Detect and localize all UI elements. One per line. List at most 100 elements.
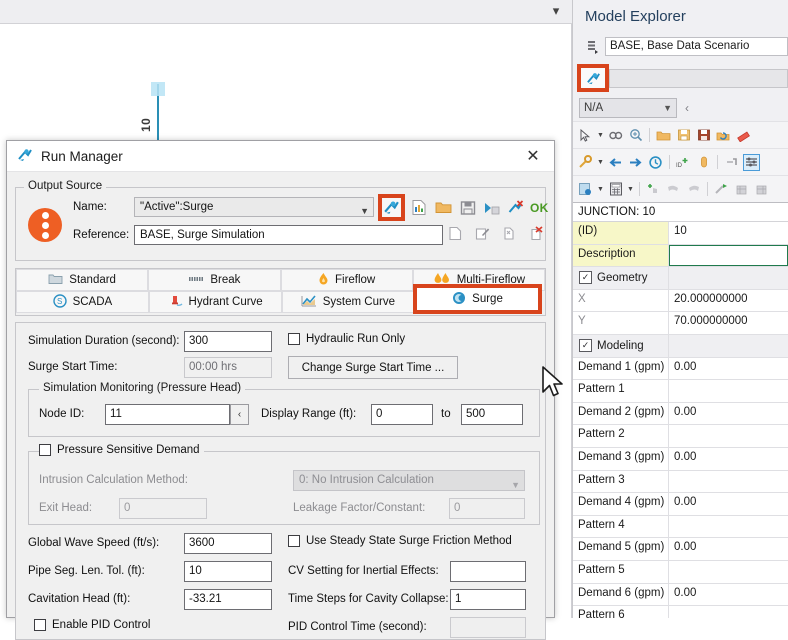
duplicate-icon[interactable] [500,224,519,243]
property-value[interactable]: 0.00 [669,403,788,425]
property-value[interactable] [669,267,788,289]
dropdown-caret-icon[interactable]: ▼ [627,186,634,193]
tab-scada[interactable]: S SCADA [16,291,149,313]
global-wave-speed-input[interactable]: 3600 [184,533,272,554]
pointer-icon[interactable] [577,127,594,144]
change-surge-start-time-button[interactable]: Change Surge Start Time ... [288,356,458,379]
run-manager-icon-highlight[interactable] [577,64,609,92]
display-range-to-input[interactable]: 500 [461,404,523,425]
property-row[interactable]: Pattern 6 [573,606,788,618]
property-value[interactable] [669,471,788,493]
property-row[interactable]: Demand 5 (gpm) 0.00 [573,538,788,561]
property-row[interactable]: Pattern 2 [573,425,788,448]
delete-run-icon[interactable] [506,198,525,217]
node-id-input[interactable]: 11 [105,404,230,425]
report-icon[interactable] [410,198,429,217]
open-folder-icon[interactable] [655,127,672,144]
tab-break[interactable]: Break [148,269,281,291]
save-icon[interactable] [458,198,477,217]
tab-surge[interactable]: Surge [417,288,538,310]
open-folder-icon[interactable] [434,198,453,217]
property-row[interactable]: Demand 6 (gpm) 0.00 [573,583,788,607]
display-range-from-input[interactable]: 0 [371,404,433,425]
enable-pid-checkbox[interactable]: Enable PID Control [34,619,150,631]
node-pick-button[interactable]: ‹ [230,404,249,425]
output-name-select[interactable]: "Active":Surge ▼ [134,197,374,217]
property-value[interactable] [669,380,788,402]
pid-time-input[interactable] [450,617,526,638]
exit-head-input[interactable]: 0 [119,498,207,519]
checkbox-checked-icon[interactable]: ✓ [579,271,592,285]
intrusion-method-select[interactable]: 0: No Intrusion Calculation ▼ [293,470,525,491]
tap-icon[interactable] [723,154,740,171]
property-value[interactable] [669,425,788,447]
property-row[interactable]: Y 70.000000000 [573,312,788,335]
pipe-segment-input[interactable]: 10 [184,561,272,582]
calculator-icon[interactable] [607,181,624,198]
pressure-sensitive-demand-checkbox[interactable]: Pressure Sensitive Demand [39,444,200,456]
property-value[interactable]: 70.000000000 [669,312,788,334]
undo-open-icon[interactable] [715,127,732,144]
cavitation-head-input[interactable]: -33.21 [184,589,272,610]
elevate-icon[interactable] [713,181,730,198]
property-value[interactable]: 0.00 [669,493,788,515]
back-button[interactable]: ‹ [685,101,689,115]
property-row[interactable]: Description [573,244,788,268]
property-row[interactable]: ✓ Geometry [573,267,788,290]
time-steps-input[interactable]: 1 [450,589,526,610]
pipe-left-icon[interactable] [665,181,682,198]
scenario-field[interactable]: BASE, Base Data Scenario [605,36,788,56]
tab-hydrant-curve[interactable]: Hydrant Curve [148,291,282,313]
property-row[interactable]: Demand 4 (gpm) 0.00 [573,493,788,516]
property-row[interactable]: Demand 1 (gpm) 0.00 [573,357,788,381]
property-value[interactable] [669,561,788,583]
property-grid[interactable]: (ID) 10 Description ✓ Geometry X 20.000000000 Y… [573,222,788,618]
delete-icon[interactable] [527,224,546,243]
report-icon[interactable] [577,181,594,198]
scenario-icon[interactable] [579,35,605,57]
dropdown-caret-icon[interactable]: ▼ [597,186,604,193]
dropdown-caret-icon[interactable]: ▼ [597,159,604,166]
save-icon[interactable] [695,127,712,144]
chevron-down-icon[interactable]: ▾ [548,3,564,19]
arrow-right-icon[interactable] [627,154,644,171]
dropdown-caret-icon[interactable]: ▼ [597,132,604,139]
add-id-icon[interactable]: ID [675,154,692,171]
close-icon[interactable]: ✕ [512,142,554,171]
property-value[interactable]: 10 [669,222,788,244]
add-hand-icon[interactable] [645,181,662,198]
property-row[interactable]: Pattern 1 [573,380,788,403]
checkbox-checked-icon[interactable]: ✓ [579,339,592,353]
tab-fireflow[interactable]: Fireflow [280,269,413,291]
property-row[interactable]: Demand 2 (gpm) 0.00 [573,402,788,426]
tab-standard[interactable]: Standard [16,269,149,291]
arrow-left-icon[interactable] [607,154,624,171]
property-row[interactable]: Pattern 4 [573,515,788,539]
hammer-icon[interactable] [577,154,594,171]
property-value[interactable]: 0.00 [669,584,788,606]
property-value[interactable] [669,516,788,538]
steady-state-friction-checkbox[interactable]: Use Steady State Surge Friction Method [288,535,512,547]
property-row[interactable]: (ID) 10 [573,222,788,245]
run-simulation-button-highlight[interactable] [378,194,405,221]
simulation-duration-input[interactable]: 300 [184,331,272,352]
element-type-select[interactable]: N/A ▼ [579,98,677,118]
property-value[interactable] [669,606,788,618]
property-value[interactable]: 0.00 [669,538,788,560]
junction-node-marker[interactable] [151,82,165,96]
tab-system-curve[interactable]: System Curve [281,291,415,313]
reference-input[interactable]: BASE, Surge Simulation [134,225,443,245]
eraser-icon[interactable] [735,127,752,144]
pill-icon[interactable] [695,154,712,171]
cv-setting-input[interactable] [450,561,526,582]
edit-icon[interactable] [473,224,492,243]
property-value[interactable] [669,334,788,357]
property-row[interactable]: Demand 3 (gpm) 0.00 [573,447,788,471]
property-row[interactable]: X 20.000000000 [573,289,788,313]
property-row[interactable]: Pattern 3 [573,470,788,494]
leakage-factor-input[interactable]: 0 [449,498,525,519]
table-right-icon[interactable] [753,181,770,198]
property-row[interactable]: ✓ Modeling [573,334,788,358]
property-value[interactable]: 0.00 [669,358,788,380]
history-icon[interactable] [647,154,664,171]
